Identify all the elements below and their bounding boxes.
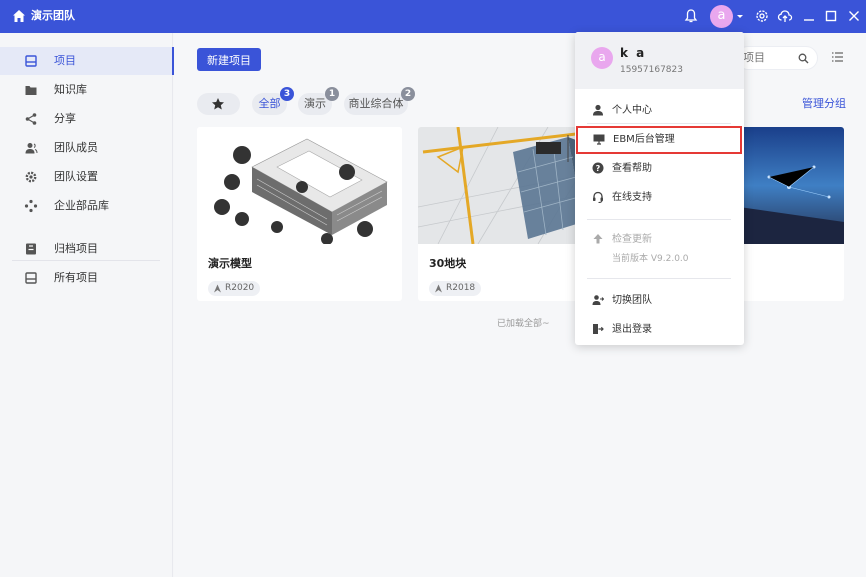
sidebar-item-label: 企业部品库 bbox=[54, 199, 109, 212]
list-view-icon[interactable] bbox=[831, 51, 844, 63]
sidebar-item-projects[interactable]: 项目 bbox=[0, 47, 174, 75]
menu-item-label: 在线支持 bbox=[612, 192, 652, 203]
filter-label: 全部 bbox=[258, 97, 281, 110]
monitor-icon bbox=[593, 134, 605, 145]
close-icon[interactable] bbox=[846, 8, 862, 24]
bell-icon[interactable] bbox=[683, 8, 699, 24]
menu-item-switch-team[interactable]: 切换团队 bbox=[575, 287, 744, 313]
share-icon bbox=[25, 113, 37, 125]
sidebar-item-team-settings[interactable]: 团队设置 bbox=[0, 163, 173, 191]
user-avatar[interactable]: a bbox=[710, 5, 733, 28]
search-box[interactable] bbox=[736, 46, 818, 70]
manage-groups-link[interactable]: 管理分组 bbox=[802, 97, 846, 111]
menu-item-help[interactable]: ? 查看帮助 bbox=[575, 155, 744, 181]
filter-demo[interactable]: 演示 1 bbox=[298, 87, 339, 115]
help-icon: ? bbox=[592, 162, 604, 174]
minimize-icon[interactable] bbox=[801, 8, 817, 24]
user-icon bbox=[593, 104, 603, 116]
sidebar-item-label: 知识库 bbox=[54, 83, 87, 96]
menu-item-logout[interactable]: 退出登录 bbox=[575, 316, 744, 342]
count-badge: 1 bbox=[325, 87, 339, 101]
count-badge: 3 bbox=[280, 87, 294, 101]
version-tag: R2018 bbox=[429, 281, 482, 296]
sidebar-item-label: 所有项目 bbox=[54, 271, 98, 284]
sidebar-item-label: 项目 bbox=[54, 54, 76, 67]
project-icon bbox=[25, 55, 37, 67]
search-input[interactable] bbox=[743, 51, 793, 64]
menu-item-ebm-admin[interactable]: EBM后台管理 bbox=[576, 126, 742, 154]
sidebar-item-team-members[interactable]: 团队成员 bbox=[0, 134, 173, 162]
version-tag: R2020 bbox=[208, 281, 261, 296]
count-badge: 2 bbox=[401, 87, 415, 101]
home-icon[interactable] bbox=[12, 9, 26, 23]
project-title: 30地块 bbox=[429, 257, 467, 270]
filter-commercial-complex[interactable]: 商业综合体 2 bbox=[344, 87, 415, 115]
menu-item-label: EBM后台管理 bbox=[613, 134, 675, 145]
user-dropdown-menu: a k a 15957167823 个人中心 EBM后台管理 ? 查看帮助 在线… bbox=[575, 32, 744, 345]
gear-icon bbox=[25, 171, 37, 183]
components-icon bbox=[24, 199, 38, 213]
menu-item-label: 检查更新 bbox=[612, 234, 652, 245]
headset-icon bbox=[593, 191, 603, 203]
project-thumbnail bbox=[197, 127, 402, 244]
members-icon bbox=[25, 143, 38, 154]
menu-item-label: 退出登录 bbox=[612, 324, 652, 335]
revit-icon bbox=[435, 284, 442, 293]
star-icon bbox=[212, 98, 224, 110]
menu-divider bbox=[587, 219, 731, 220]
sidebar-item-share[interactable]: 分享 bbox=[0, 105, 173, 133]
sidebar-item-label: 分享 bbox=[54, 112, 76, 125]
user-info-header: a k a 15957167823 bbox=[575, 32, 744, 89]
project-title: 演示模型 bbox=[208, 257, 252, 270]
favorites-filter[interactable] bbox=[197, 93, 240, 115]
sidebar-item-label: 团队成员 bbox=[54, 141, 98, 154]
loaded-all-text: 已加载全部~ bbox=[497, 319, 550, 329]
dropdown-avatar: a bbox=[591, 47, 613, 69]
cloud-upload-icon[interactable] bbox=[777, 8, 793, 24]
current-version-text: 当前版本 V9.2.0.0 bbox=[612, 254, 689, 264]
filter-label: 演示 bbox=[304, 97, 326, 110]
all-projects-icon bbox=[25, 272, 37, 284]
sidebar-item-knowledge-base[interactable]: 知识库 bbox=[0, 76, 173, 104]
menu-item-check-update: 检查更新 bbox=[575, 226, 744, 252]
sidebar: 项目 知识库 分享 团队成员 团队设置 企业部品库 归档项目 所有项目 bbox=[0, 33, 174, 577]
menu-item-label: 查看帮助 bbox=[612, 163, 652, 174]
folder-icon bbox=[25, 86, 37, 95]
filter-label: 商业综合体 bbox=[348, 97, 404, 110]
menu-item-profile[interactable]: 个人中心 bbox=[575, 97, 744, 123]
sidebar-item-enterprise-components[interactable]: 企业部品库 bbox=[0, 192, 173, 220]
version-text: R2018 bbox=[446, 283, 476, 293]
new-project-button[interactable]: 新建项目 bbox=[197, 48, 261, 71]
archive-icon bbox=[26, 243, 36, 255]
search-icon[interactable] bbox=[798, 53, 809, 64]
team-name[interactable]: 演示团队 bbox=[31, 9, 75, 23]
menu-item-label: 个人中心 bbox=[612, 105, 652, 116]
sidebar-item-label: 团队设置 bbox=[54, 170, 98, 183]
menu-item-online-support[interactable]: 在线支持 bbox=[575, 184, 744, 210]
revit-icon bbox=[214, 284, 221, 293]
logout-icon bbox=[593, 324, 604, 334]
maximize-icon[interactable] bbox=[823, 8, 839, 24]
upload-arrow-icon bbox=[593, 234, 603, 244]
caret-down-icon[interactable] bbox=[737, 15, 743, 18]
user-name: k a bbox=[620, 46, 647, 60]
settings-icon[interactable] bbox=[754, 8, 770, 24]
version-text: R2020 bbox=[225, 283, 255, 293]
project-card[interactable]: 演示模型 R2020 bbox=[197, 127, 402, 301]
title-bar: 演示团队 a bbox=[0, 0, 866, 33]
filter-all[interactable]: 全部 3 bbox=[252, 87, 294, 115]
menu-divider bbox=[587, 278, 731, 279]
menu-item-label: 切换团队 bbox=[612, 295, 652, 306]
user-phone: 15957167823 bbox=[620, 65, 683, 75]
sidebar-item-all-projects[interactable]: 所有项目 bbox=[0, 264, 173, 292]
switch-team-icon bbox=[592, 295, 604, 305]
sidebar-item-label: 归档项目 bbox=[54, 242, 98, 255]
svg-text:?: ? bbox=[596, 164, 601, 173]
menu-divider bbox=[587, 123, 731, 124]
sidebar-item-archived[interactable]: 归档项目 bbox=[0, 235, 173, 263]
